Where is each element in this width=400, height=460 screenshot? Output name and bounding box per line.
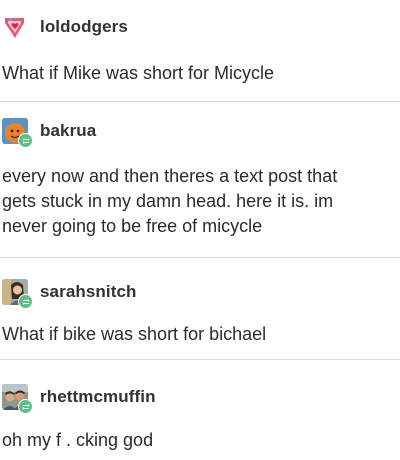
divider bbox=[0, 359, 400, 360]
avatar[interactable] bbox=[2, 384, 33, 414]
text-line: What if Mike was short for Micycle bbox=[2, 63, 275, 83]
divider bbox=[0, 101, 400, 102]
post-header: rhettmcmuffin bbox=[2, 382, 156, 414]
text-line: gets stuck in my damn head. here it is. … bbox=[2, 191, 334, 211]
post-header: loldodgers bbox=[2, 12, 128, 42]
username[interactable]: loldodgers bbox=[40, 17, 128, 37]
text-line: every now and then theres a text post th… bbox=[2, 166, 338, 186]
post-text: What if Mike was short for Micycle bbox=[2, 61, 394, 86]
post-text: What if bike was short for bichael bbox=[2, 322, 394, 347]
reblog-thread: loldodgers What if Mike was short for Mi… bbox=[0, 0, 400, 460]
avatar[interactable] bbox=[2, 118, 33, 148]
avatar[interactable] bbox=[2, 279, 33, 309]
post-text: oh my f . cking god bbox=[2, 428, 394, 453]
heart-pennant-icon bbox=[2, 14, 28, 40]
username[interactable]: bakrua bbox=[40, 121, 96, 141]
username[interactable]: sarahsnitch bbox=[40, 282, 137, 302]
reblog-icon bbox=[18, 399, 33, 414]
divider bbox=[0, 257, 400, 258]
reblog-icon bbox=[18, 133, 33, 148]
avatar[interactable] bbox=[2, 14, 28, 40]
text-line: oh my f . cking god bbox=[2, 430, 154, 450]
reblog-icon bbox=[18, 294, 33, 309]
username[interactable]: rhettmcmuffin bbox=[40, 387, 156, 407]
text-line: never going to be free of micycle bbox=[2, 216, 263, 236]
post-header: bakrua bbox=[2, 116, 96, 148]
post-header: sarahsnitch bbox=[2, 277, 137, 309]
text-line: What if bike was short for bichael bbox=[2, 324, 267, 344]
post-text: every now and then theres a text post th… bbox=[2, 164, 394, 239]
